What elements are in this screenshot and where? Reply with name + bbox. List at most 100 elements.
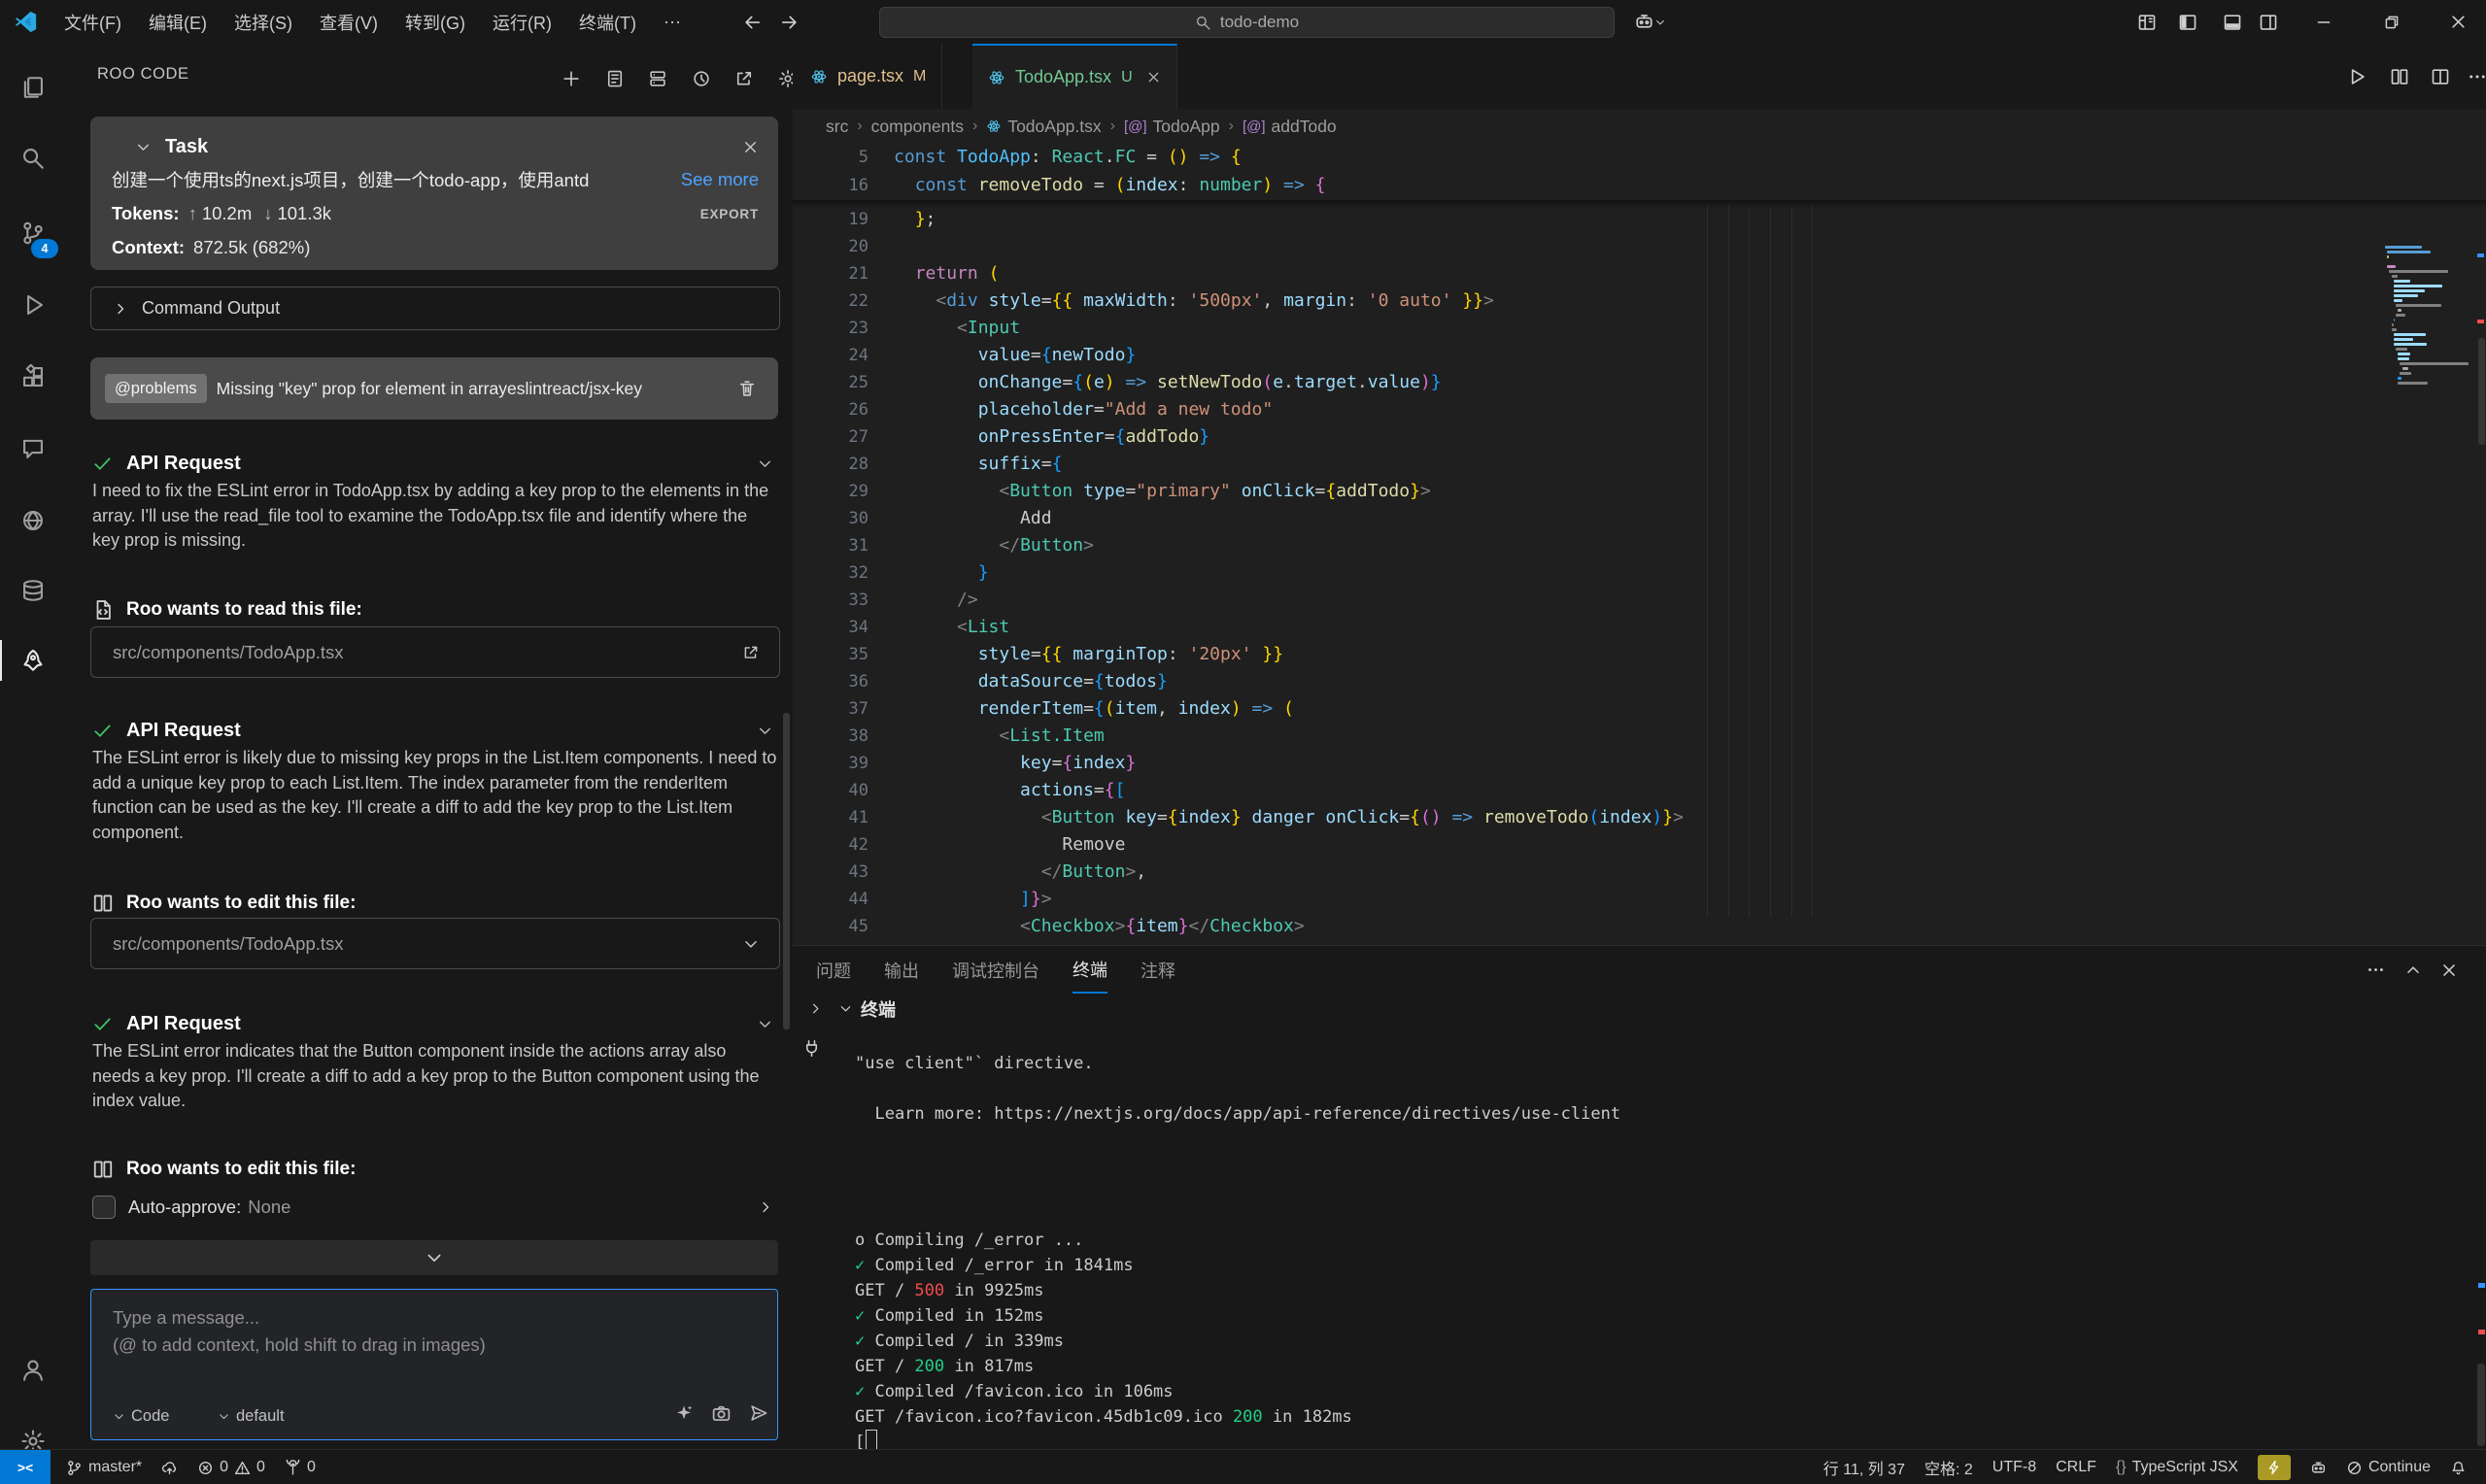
activity-source-control[interactable]: 4 bbox=[10, 210, 56, 256]
toggle-secondary-sidebar-button[interactable] bbox=[2249, 0, 2288, 44]
continue-status[interactable]: Continue bbox=[2336, 1450, 2440, 1484]
toolbar-new-task-button[interactable] bbox=[557, 66, 586, 91]
toolbar-mcp-server-button[interactable] bbox=[643, 66, 672, 91]
breadcrumb-item[interactable]: src bbox=[826, 117, 848, 137]
menu-item-1[interactable]: 文件(F) bbox=[51, 0, 135, 44]
panel-tab-调试控制台[interactable]: 调试控制台 bbox=[952, 946, 1039, 994]
breadcrumb-item[interactable]: [@]TodoApp bbox=[1124, 117, 1220, 137]
cursor-position-status[interactable]: 行 11, 列 37 bbox=[1814, 1450, 1915, 1484]
prettier-status[interactable] bbox=[2248, 1450, 2300, 1484]
eol-status[interactable]: CRLF bbox=[2046, 1450, 2106, 1484]
publish-changes-button[interactable] bbox=[152, 1450, 187, 1484]
section-collapse-icon[interactable] bbox=[757, 455, 773, 472]
task-close-icon[interactable] bbox=[742, 139, 759, 155]
git-branch-status[interactable]: master* bbox=[56, 1450, 152, 1484]
tab-close-icon[interactable] bbox=[1146, 70, 1161, 84]
breadcrumb[interactable]: src›components›TodoApp.tsx›[@]TodoApp›[@… bbox=[793, 109, 2486, 144]
file-path-box[interactable]: src/components/TodoApp.tsx bbox=[90, 918, 780, 969]
panel-tab-输出[interactable]: 输出 bbox=[884, 946, 919, 994]
tab-TodoApp.tsx[interactable]: TodoApp.tsxU bbox=[972, 44, 1177, 109]
activity-roo-code[interactable] bbox=[10, 637, 56, 684]
toggle-sidebar-button[interactable] bbox=[2168, 0, 2207, 44]
activity-globe[interactable] bbox=[10, 497, 56, 544]
ports-status[interactable]: 0 bbox=[275, 1450, 325, 1484]
camera-icon[interactable] bbox=[706, 1399, 735, 1428]
chevron-down-icon[interactable] bbox=[838, 1001, 853, 1016]
chevron-right-icon[interactable] bbox=[808, 1001, 823, 1016]
activity-chat[interactable] bbox=[10, 425, 56, 472]
export-button[interactable]: EXPORT bbox=[700, 207, 759, 221]
menu-item-5[interactable]: 转到(G) bbox=[392, 0, 479, 44]
window-restore-button[interactable] bbox=[2372, 0, 2411, 44]
copilot-menu-button[interactable] bbox=[1624, 0, 1675, 44]
api-request-header[interactable]: API Request bbox=[92, 720, 773, 742]
menu-item-3[interactable]: 选择(S) bbox=[221, 0, 306, 44]
open-changes-button[interactable] bbox=[2380, 44, 2419, 109]
customize-layout-button[interactable] bbox=[2128, 0, 2166, 44]
api-request-header[interactable]: API Request bbox=[92, 453, 773, 475]
menu-overflow[interactable]: ··· bbox=[650, 0, 695, 44]
editor-more-actions-button[interactable] bbox=[2458, 44, 2486, 109]
see-more-link[interactable]: See more bbox=[681, 169, 759, 190]
trash-icon[interactable] bbox=[737, 379, 757, 398]
panel-tab-注释[interactable]: 注释 bbox=[1141, 946, 1175, 994]
copilot-status[interactable] bbox=[2300, 1450, 2336, 1484]
panel-close-icon[interactable] bbox=[2432, 946, 2467, 994]
activity-run-debug[interactable] bbox=[10, 282, 56, 328]
notifications-bell[interactable] bbox=[2440, 1450, 2476, 1484]
toolbar-history-button[interactable] bbox=[687, 66, 716, 91]
encoding-status[interactable]: UTF-8 bbox=[1983, 1450, 2046, 1484]
sidebar-scrollbar[interactable] bbox=[783, 713, 790, 1029]
api-request-header[interactable]: API Request bbox=[92, 1013, 773, 1035]
toolbar-open-in-editor-button[interactable] bbox=[730, 66, 759, 91]
problems-status[interactable]: 00 bbox=[187, 1450, 275, 1484]
terminal-scrollbar[interactable] bbox=[2477, 1364, 2485, 1446]
editor-code-area[interactable]: 5const TodoApp: React.FC = () => {16 con… bbox=[793, 144, 2486, 945]
nav-forward-button[interactable] bbox=[769, 0, 808, 44]
panel-tab-终端[interactable]: 终端 bbox=[1073, 946, 1107, 994]
toolbar-prompts-button[interactable] bbox=[600, 66, 630, 91]
activity-search[interactable] bbox=[10, 135, 56, 182]
tab-page.tsx[interactable]: page.tsxM bbox=[795, 44, 942, 109]
window-close-button[interactable] bbox=[2438, 0, 2477, 44]
menu-item-2[interactable]: 编辑(E) bbox=[135, 0, 221, 44]
indentation-status[interactable]: 空格: 2 bbox=[1915, 1450, 1983, 1484]
terminal-section-header[interactable]: 终端 bbox=[793, 994, 2486, 1024]
command-center-search[interactable]: todo-demo bbox=[879, 7, 1615, 38]
profile-select[interactable]: default bbox=[218, 1407, 285, 1426]
activity-explorer[interactable] bbox=[10, 64, 56, 111]
auto-approve-checkbox[interactable] bbox=[92, 1196, 116, 1219]
activity-extensions[interactable] bbox=[10, 354, 56, 400]
menu-item-6[interactable]: 运行(R) bbox=[479, 0, 565, 44]
split-editor-button[interactable] bbox=[2421, 44, 2460, 109]
editor-scrollbar[interactable] bbox=[2478, 338, 2485, 445]
section-collapse-icon[interactable] bbox=[757, 723, 773, 739]
run-button[interactable] bbox=[2337, 44, 2376, 109]
panel-maximize-icon[interactable] bbox=[2396, 946, 2431, 994]
nav-back-button[interactable] bbox=[733, 0, 772, 44]
menu-item-7[interactable]: 终端(T) bbox=[565, 0, 650, 44]
language-status[interactable]: {}TypeScript JSX bbox=[2106, 1450, 2248, 1484]
mode-select[interactable]: Code bbox=[113, 1407, 169, 1426]
activity-account[interactable] bbox=[10, 1347, 56, 1394]
window-minimize-button[interactable] bbox=[2304, 0, 2343, 44]
file-path-box[interactable]: src/components/TodoApp.tsx bbox=[90, 626, 780, 678]
minimap[interactable] bbox=[2385, 246, 2470, 401]
enhance-prompt-button[interactable] bbox=[669, 1399, 698, 1428]
breadcrumb-item[interactable]: components bbox=[871, 117, 964, 137]
chat-input[interactable]: Type a message... (@ to add context, hol… bbox=[90, 1289, 778, 1440]
problems-chip[interactable]: @problems bbox=[105, 374, 207, 403]
activity-database[interactable] bbox=[10, 567, 56, 614]
command-output-row[interactable]: Command Output bbox=[90, 287, 780, 330]
panel-tab-问题[interactable]: 问题 bbox=[816, 946, 851, 994]
panel-more-actions-icon[interactable] bbox=[2358, 946, 2393, 994]
toolbar-settings-button[interactable] bbox=[773, 66, 793, 91]
auto-approve-row[interactable]: Auto-approve: None bbox=[92, 1196, 773, 1219]
task-collapse-icon[interactable] bbox=[135, 139, 152, 155]
toggle-panel-button[interactable] bbox=[2213, 0, 2252, 44]
remote-indicator[interactable]: >< bbox=[0, 1450, 51, 1484]
chevron-right-icon[interactable] bbox=[758, 1199, 773, 1215]
breadcrumb-item[interactable]: TodoApp.tsx bbox=[986, 117, 1101, 137]
section-collapse-icon[interactable] bbox=[757, 1016, 773, 1032]
expand-controls-button[interactable] bbox=[90, 1240, 778, 1275]
